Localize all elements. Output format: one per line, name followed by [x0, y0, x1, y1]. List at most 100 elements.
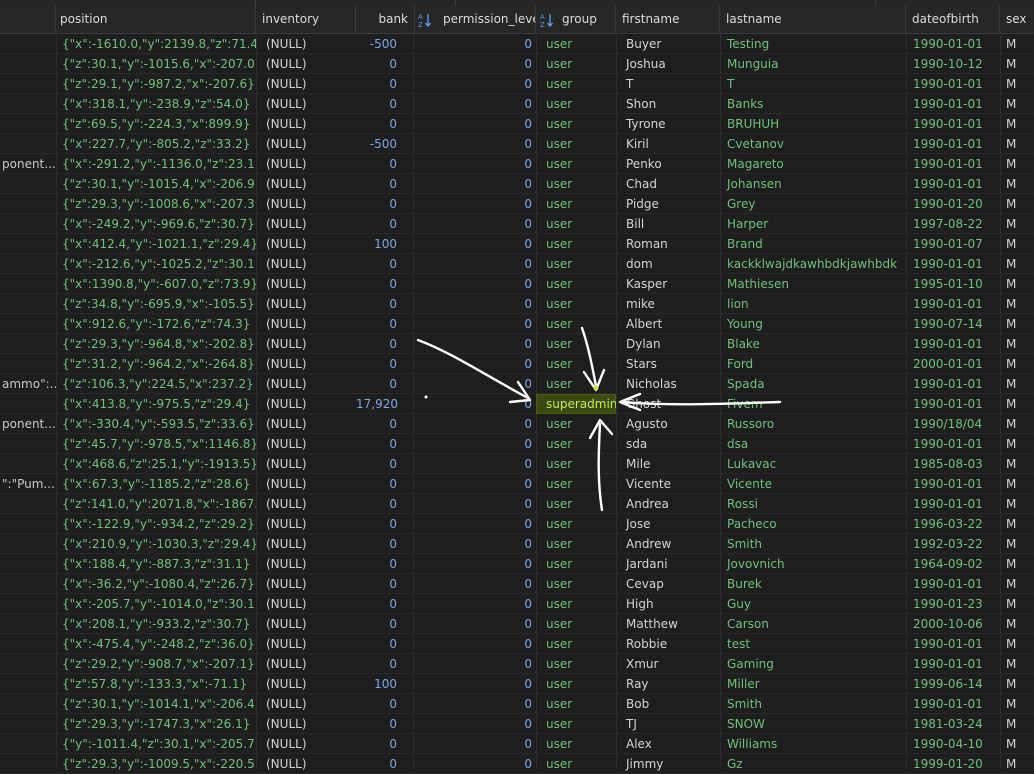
- inventory-cell[interactable]: (NULL): [256, 514, 356, 534]
- table-row[interactable]: {"z":29.3,"y":-1009.5,"x":-220.5} (NULL) 0…: [0, 754, 1034, 774]
- bank-cell[interactable]: 0: [356, 494, 401, 514]
- lastname-cell[interactable]: Gz: [720, 754, 906, 774]
- dateofbirth-cell[interactable]: 1990-04-10: [906, 734, 1000, 754]
- position-cell[interactable]: {"x":188.4,"y":-887.3,"z":31.1}: [56, 554, 256, 574]
- inventory-cell[interactable]: (NULL): [256, 614, 356, 634]
- group-cell[interactable]: user: [536, 154, 616, 174]
- lastname-cell[interactable]: Johansen: [720, 174, 906, 194]
- table-row[interactable]: {"z":29.3,"y":-964.8,"x":-202.8} (NULL) 0 0…: [0, 334, 1034, 354]
- inventory-cell[interactable]: (NULL): [256, 194, 356, 214]
- lastname-cell[interactable]: Gaming: [720, 654, 906, 674]
- inventory-cell[interactable]: (NULL): [256, 554, 356, 574]
- firstname-cell[interactable]: Shon: [616, 94, 720, 114]
- dateofbirth-cell[interactable]: 1990-01-07: [906, 234, 1000, 254]
- position-cell[interactable]: {"x":-1610.0,"y":2139.8,"z":71.4}: [56, 34, 256, 54]
- dateofbirth-cell[interactable]: 1990-01-01: [906, 294, 1000, 314]
- dateofbirth-cell[interactable]: 1990-01-01: [906, 254, 1000, 274]
- inventory-cell[interactable]: (NULL): [256, 734, 356, 754]
- firstname-cell[interactable]: Joshua: [616, 54, 720, 74]
- row-prefix-cell[interactable]: [0, 714, 56, 734]
- table-row[interactable]: {"z":29.2,"y":-908.7,"x":-207.1} (NULL) 0 0…: [0, 654, 1034, 674]
- inventory-cell[interactable]: (NULL): [256, 34, 356, 54]
- sex-cell[interactable]: M: [1000, 754, 1034, 774]
- group-cell[interactable]: user: [536, 34, 616, 54]
- bank-cell[interactable]: 0: [356, 154, 401, 174]
- dateofbirth-cell[interactable]: 1990/18/04: [906, 414, 1000, 434]
- group-cell[interactable]: user: [536, 214, 616, 234]
- lastname-cell[interactable]: Testing: [720, 34, 906, 54]
- group-cell[interactable]: user: [536, 634, 616, 654]
- lastname-cell[interactable]: Blake: [720, 334, 906, 354]
- row-prefix-cell[interactable]: ponent...: [0, 414, 56, 434]
- group-cell[interactable]: user: [536, 674, 616, 694]
- dateofbirth-cell[interactable]: 1995-01-10: [906, 274, 1000, 294]
- bank-cell[interactable]: 0: [356, 414, 401, 434]
- permission-level-cell[interactable]: 0: [413, 614, 536, 634]
- inventory-cell[interactable]: (NULL): [256, 134, 356, 154]
- dateofbirth-cell[interactable]: 1990-01-01: [906, 34, 1000, 54]
- row-prefix-cell[interactable]: [0, 234, 56, 254]
- sex-cell[interactable]: M: [1000, 54, 1034, 74]
- firstname-cell[interactable]: Jose: [616, 514, 720, 534]
- firstname-cell[interactable]: Vicente: [616, 474, 720, 494]
- group-cell[interactable]: user: [536, 574, 616, 594]
- lastname-cell[interactable]: Russoro: [720, 414, 906, 434]
- table-row[interactable]: ":"Pum... {"x":67.3,"y":-1185.2,"z":28.6}…: [0, 474, 1034, 494]
- sex-cell[interactable]: M: [1000, 334, 1034, 354]
- dateofbirth-cell[interactable]: 1990-01-01: [906, 494, 1000, 514]
- inventory-cell[interactable]: (NULL): [256, 474, 356, 494]
- firstname-cell[interactable]: sda: [616, 434, 720, 454]
- permission-level-cell[interactable]: 0: [413, 554, 536, 574]
- permission-level-cell[interactable]: 0: [413, 194, 536, 214]
- inventory-cell[interactable]: (NULL): [256, 494, 356, 514]
- firstname-cell[interactable]: Jimmy: [616, 754, 720, 774]
- group-cell[interactable]: user: [536, 174, 616, 194]
- inventory-cell[interactable]: (NULL): [256, 274, 356, 294]
- permission-level-cell[interactable]: 0: [413, 254, 536, 274]
- dateofbirth-cell[interactable]: 1981-03-24: [906, 714, 1000, 734]
- firstname-cell[interactable]: Ray: [616, 674, 720, 694]
- lastname-cell[interactable]: kackklwajdkawhbdkjawhbdk: [720, 254, 906, 274]
- dateofbirth-cell[interactable]: 2000-01-01: [906, 354, 1000, 374]
- bank-cell[interactable]: -500: [356, 134, 401, 154]
- dateofbirth-cell[interactable]: 1964-09-02: [906, 554, 1000, 574]
- inventory-cell[interactable]: (NULL): [256, 714, 356, 734]
- column-header-bank[interactable]: bank: [356, 6, 415, 33]
- bank-cell[interactable]: 0: [356, 194, 401, 214]
- sex-cell[interactable]: M: [1000, 434, 1034, 454]
- column-header-hidden[interactable]: [0, 6, 56, 33]
- bank-cell[interactable]: 0: [356, 714, 401, 734]
- inventory-cell[interactable]: (NULL): [256, 574, 356, 594]
- row-prefix-cell[interactable]: [0, 54, 56, 74]
- dateofbirth-cell[interactable]: 1990-01-20: [906, 194, 1000, 214]
- table-row[interactable]: {"z":30.1,"y":-1014.1,"x":-206.4} (NULL) 0…: [0, 694, 1034, 714]
- permission-level-cell[interactable]: 0: [413, 314, 536, 334]
- group-cell[interactable]: user: [536, 714, 616, 734]
- bank-cell[interactable]: 0: [356, 614, 401, 634]
- firstname-cell[interactable]: Bill: [616, 214, 720, 234]
- row-prefix-cell[interactable]: [0, 354, 56, 374]
- table-row[interactable]: {"x":-122.9,"y":-934.2,"z":29.2} (NULL) 0 0…: [0, 514, 1034, 534]
- lastname-cell[interactable]: Brand: [720, 234, 906, 254]
- bank-cell[interactable]: 0: [356, 354, 401, 374]
- position-cell[interactable]: {"y":-1011.4,"z":30.1,"x":-205.7}: [56, 734, 256, 754]
- inventory-cell[interactable]: (NULL): [256, 334, 356, 354]
- group-cell[interactable]: user: [536, 374, 616, 394]
- position-cell[interactable]: {"z":29.1,"y":-987.2,"x":-207.6}: [56, 74, 256, 94]
- inventory-cell[interactable]: (NULL): [256, 354, 356, 374]
- sex-cell[interactable]: M: [1000, 474, 1034, 494]
- sort-az-icon[interactable]: A Z: [540, 12, 554, 28]
- bank-cell[interactable]: 0: [356, 554, 401, 574]
- sex-cell[interactable]: M: [1000, 154, 1034, 174]
- position-cell[interactable]: {"x":208.1,"y":-933.2,"z":30.7}: [56, 614, 256, 634]
- sex-cell[interactable]: M: [1000, 274, 1034, 294]
- firstname-cell[interactable]: Kiril: [616, 134, 720, 154]
- group-cell[interactable]: user: [536, 514, 616, 534]
- sex-cell[interactable]: M: [1000, 394, 1034, 414]
- firstname-cell[interactable]: High: [616, 594, 720, 614]
- table-row[interactable]: {"z":45.7,"y":-978.5,"x":1146.8} (NULL) 0 0…: [0, 434, 1034, 454]
- group-cell[interactable]: user: [536, 134, 616, 154]
- group-cell[interactable]: user: [536, 194, 616, 214]
- position-cell[interactable]: {"z":45.7,"y":-978.5,"x":1146.8}: [56, 434, 256, 454]
- position-cell[interactable]: {"z":30.1,"y":-1015.4,"x":-206.9}: [56, 174, 256, 194]
